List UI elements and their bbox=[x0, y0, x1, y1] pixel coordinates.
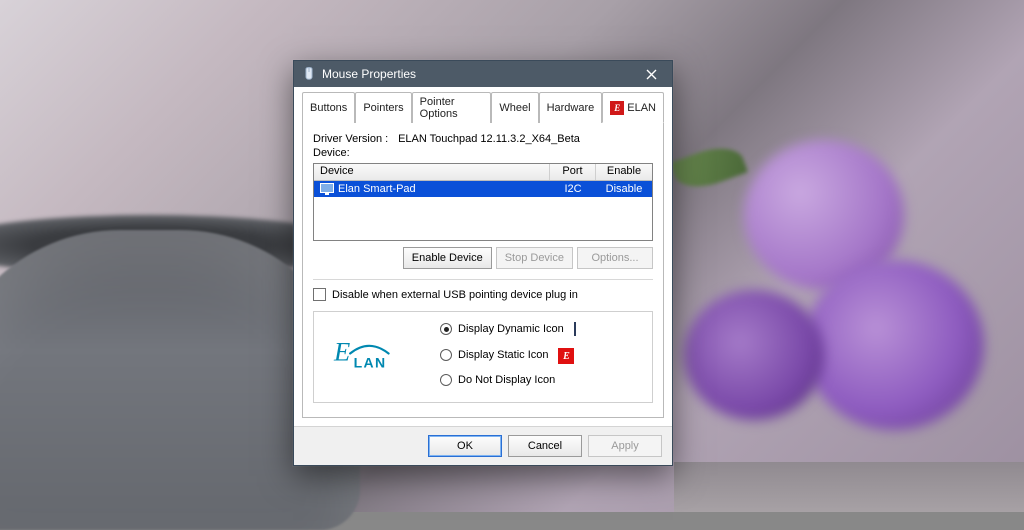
radio-label: Do Not Display Icon bbox=[458, 374, 555, 386]
column-enable[interactable]: Enable bbox=[596, 164, 652, 180]
svg-text:LAN: LAN bbox=[354, 355, 387, 371]
svg-text:E: E bbox=[333, 337, 350, 367]
tab-wheel[interactable]: Wheel bbox=[491, 92, 538, 123]
monitor-mini-icon bbox=[574, 322, 590, 336]
cancel-button[interactable]: Cancel bbox=[508, 435, 582, 457]
checkbox-label: Disable when external USB pointing devic… bbox=[332, 289, 578, 301]
options-button: Options... bbox=[577, 247, 653, 269]
titlebar[interactable]: Mouse Properties bbox=[294, 61, 672, 87]
radio-icon bbox=[440, 323, 452, 335]
dialog-footer: OK Cancel Apply bbox=[294, 426, 672, 465]
device-row-name: Elan Smart-Pad bbox=[314, 183, 550, 195]
dialog-title: Mouse Properties bbox=[322, 67, 636, 81]
tab-strip: Buttons Pointers Pointer Options Wheel H… bbox=[302, 91, 664, 123]
radio-label: Display Static Icon bbox=[458, 349, 548, 361]
driver-version-value: ELAN Touchpad 12.11.3.2_X64_Beta bbox=[398, 133, 580, 145]
radio-no-icon[interactable]: Do Not Display Icon bbox=[440, 374, 590, 386]
dialog-client: Buttons Pointers Pointer Options Wheel H… bbox=[294, 87, 672, 426]
column-port[interactable]: Port bbox=[550, 164, 596, 180]
stop-device-button: Stop Device bbox=[496, 247, 573, 269]
apply-button: Apply bbox=[588, 435, 662, 457]
elan-mini-icon: E bbox=[558, 348, 574, 362]
elan-logo: E LAN bbox=[326, 322, 412, 392]
radio-icon bbox=[440, 374, 452, 386]
divider bbox=[313, 279, 653, 280]
tab-buttons[interactable]: Buttons bbox=[302, 92, 355, 123]
radio-dynamic-icon[interactable]: Display Dynamic Icon bbox=[440, 322, 590, 336]
ok-button[interactable]: OK bbox=[428, 435, 502, 457]
device-row-port: I2C bbox=[550, 183, 596, 195]
device-label: Device: bbox=[313, 147, 653, 159]
mouse-properties-dialog: Mouse Properties Buttons Pointers Pointe… bbox=[293, 60, 673, 466]
tray-icon-radios: Display Dynamic Icon Display Static Icon… bbox=[440, 322, 590, 392]
radio-static-icon[interactable]: Display Static Icon E bbox=[440, 348, 590, 362]
driver-version-row: Driver Version : ELAN Touchpad 12.11.3.2… bbox=[313, 133, 653, 145]
device-row[interactable]: Elan Smart-Pad I2C Disable bbox=[314, 181, 652, 197]
disable-on-usb-checkbox[interactable]: Disable when external USB pointing devic… bbox=[313, 288, 653, 301]
checkbox-icon bbox=[313, 288, 326, 301]
close-button[interactable] bbox=[636, 64, 666, 84]
tab-elan[interactable]: E ELAN bbox=[602, 92, 664, 123]
tab-hardware[interactable]: Hardware bbox=[539, 92, 603, 123]
driver-version-label: Driver Version : bbox=[313, 133, 395, 145]
device-button-row: Enable Device Stop Device Options... bbox=[313, 247, 653, 269]
listview-header: Device Port Enable bbox=[314, 164, 652, 181]
enable-device-button[interactable]: Enable Device bbox=[403, 247, 492, 269]
tray-icon-panel: E LAN Display Dynamic Icon Display Stati… bbox=[313, 311, 653, 403]
radio-icon bbox=[440, 349, 452, 361]
tab-pointer-options[interactable]: Pointer Options bbox=[412, 92, 492, 123]
column-device[interactable]: Device bbox=[314, 164, 550, 180]
radio-label: Display Dynamic Icon bbox=[458, 323, 564, 335]
mouse-icon bbox=[302, 67, 316, 81]
monitor-icon bbox=[320, 183, 334, 195]
device-listview[interactable]: Device Port Enable Elan Smart-Pad I2C Di… bbox=[313, 163, 653, 241]
tab-pointers[interactable]: Pointers bbox=[355, 92, 411, 123]
elan-icon: E bbox=[610, 101, 624, 115]
tab-panel-elan: Driver Version : ELAN Touchpad 12.11.3.2… bbox=[302, 123, 664, 418]
device-row-enable: Disable bbox=[596, 183, 652, 195]
